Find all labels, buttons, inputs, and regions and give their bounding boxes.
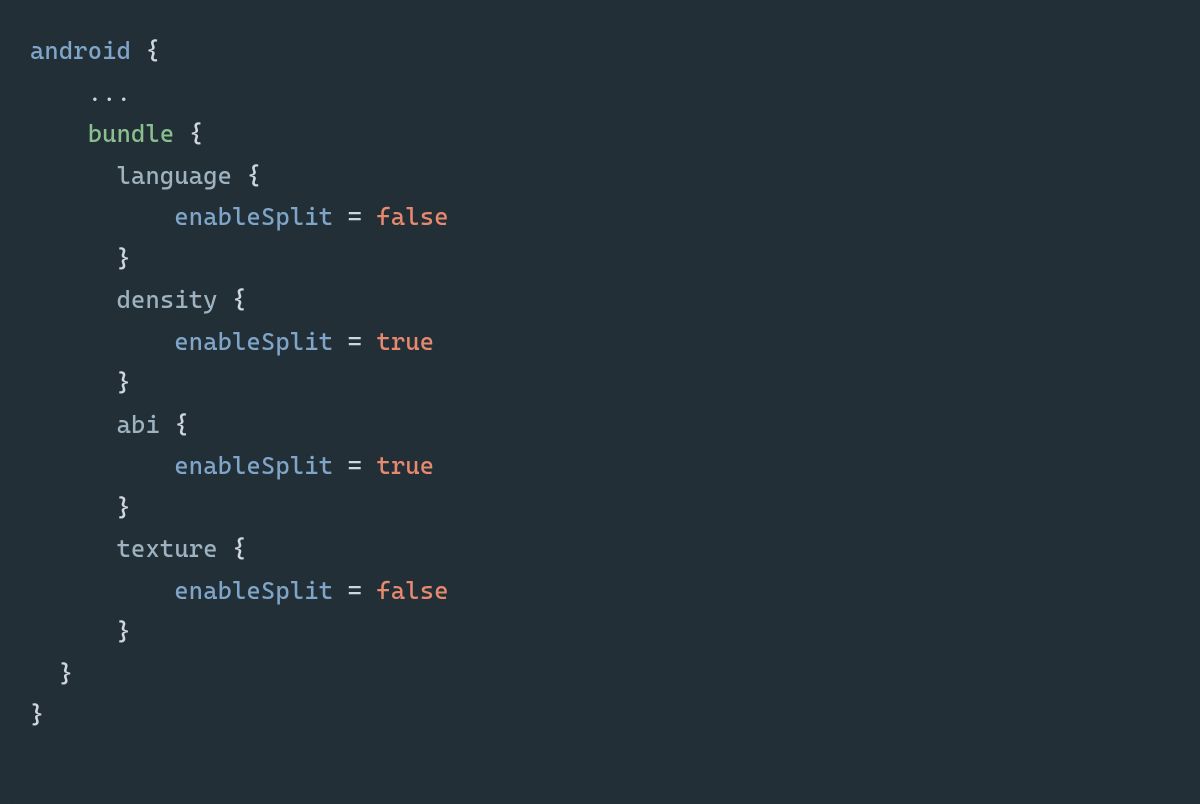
equals: = — [348, 576, 362, 605]
block-name-density: density — [117, 285, 218, 314]
close-brace: } — [117, 244, 131, 273]
property: enableSplit — [174, 451, 333, 480]
open-brace: { — [232, 534, 246, 563]
property: enableSplit — [174, 202, 333, 231]
value: false — [377, 202, 449, 231]
code-block: android { ... bundle { language { enable… — [0, 0, 1200, 804]
keyword-android: android — [30, 36, 131, 65]
open-brace: { — [232, 285, 246, 314]
block-name-language: language — [117, 161, 233, 190]
keyword-bundle: bundle — [88, 119, 175, 148]
value: true — [377, 451, 435, 480]
open-brace: { — [247, 161, 261, 190]
open-brace: { — [146, 36, 160, 65]
property: enableSplit — [174, 327, 333, 356]
ellipsis: ... — [88, 78, 131, 107]
equals: = — [348, 202, 362, 231]
equals: = — [348, 327, 362, 356]
close-brace: } — [59, 659, 73, 688]
open-brace: { — [189, 119, 203, 148]
close-brace: } — [117, 493, 131, 522]
equals: = — [348, 451, 362, 480]
property: enableSplit — [174, 576, 333, 605]
open-brace: { — [174, 410, 188, 439]
value: false — [377, 576, 449, 605]
close-brace: } — [117, 368, 131, 397]
block-name-abi: abi — [117, 410, 160, 439]
close-brace: } — [117, 617, 131, 646]
value: true — [377, 327, 435, 356]
close-brace: } — [30, 700, 44, 729]
block-name-texture: texture — [117, 534, 218, 563]
